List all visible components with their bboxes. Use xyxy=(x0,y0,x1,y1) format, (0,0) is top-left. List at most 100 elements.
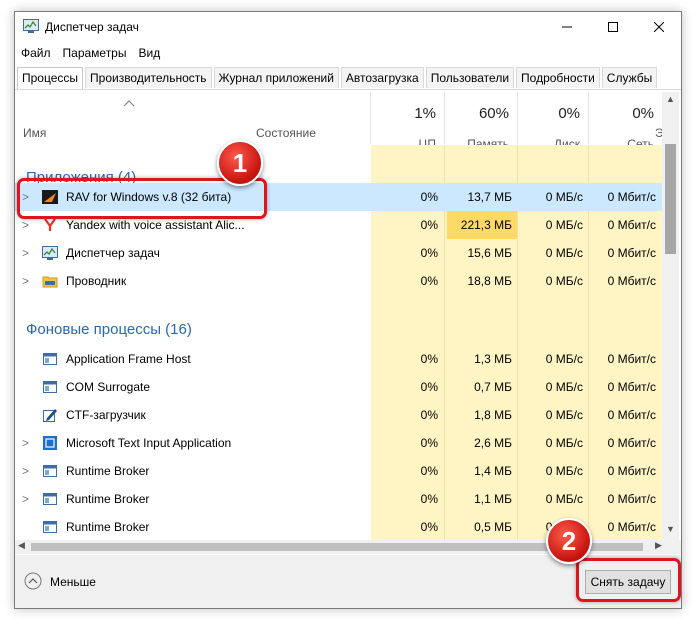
cpu-value: 0% xyxy=(420,380,438,394)
tab-divider xyxy=(15,89,681,90)
tab-users[interactable]: Пользователи xyxy=(425,67,515,88)
process-name: Yandex with voice assistant Alic... xyxy=(66,218,245,232)
expand-chevron-icon[interactable]: > xyxy=(22,246,29,260)
cpu-value: 0% xyxy=(420,436,438,450)
column-header-name[interactable]: Имя xyxy=(23,126,46,140)
window-title: Диспетчер задач xyxy=(45,20,139,34)
network-value: 0 Мбит/с xyxy=(607,408,656,422)
process-name: Runtime Broker xyxy=(66,464,150,478)
memory-value: 0,5 МБ xyxy=(474,520,512,534)
text-input-app-icon xyxy=(43,436,57,450)
disk-value: 0 МБ/с xyxy=(545,190,583,204)
menu-view[interactable]: Вид xyxy=(132,44,166,64)
expand-chevron-icon[interactable]: > xyxy=(22,274,29,288)
menu-bar: Файл Параметры Вид xyxy=(15,44,166,64)
process-name: Application Frame Host xyxy=(66,352,191,366)
expand-chevron-icon[interactable]: > xyxy=(22,218,29,232)
network-value: 0 Мбит/с xyxy=(607,380,656,394)
group-label-background: Фоновые процессы (16) xyxy=(26,321,192,338)
task-manager-window: Диспетчер задач Файл Параметры Вид Проце… xyxy=(14,11,682,609)
column-header-memory[interactable]: 60% Память xyxy=(445,92,518,151)
close-icon xyxy=(654,22,664,32)
table-row[interactable]: > Microsoft Text Input Application 0% 2,… xyxy=(15,429,664,457)
process-name: Диспетчер задач xyxy=(66,246,160,260)
disk-value: 0 МБ/с xyxy=(545,464,583,478)
cpu-value: 0% xyxy=(420,274,438,288)
maximize-button[interactable] xyxy=(590,12,636,42)
minimize-button[interactable] xyxy=(544,12,590,42)
expand-chevron-icon[interactable]: > xyxy=(22,464,29,478)
table-row[interactable]: > Диспетчер задач 0% 15,6 МБ 0 МБ/с 0 Мб… xyxy=(15,239,664,267)
tab-strip: Процессы Производительность Журнал прило… xyxy=(17,67,677,90)
network-value: 0 Мбит/с xyxy=(607,464,656,478)
tab-details[interactable]: Подробности xyxy=(516,67,600,88)
memory-value: 18,8 МБ xyxy=(467,274,512,288)
cpu-value: 0% xyxy=(420,246,438,260)
tab-services[interactable]: Службы xyxy=(601,67,658,88)
table-row[interactable]: > Runtime Broker 0% 1,4 МБ 0 МБ/с 0 Мбит… xyxy=(15,457,664,485)
column-header-state[interactable]: Состояние xyxy=(256,126,316,140)
step-badge-1: 1 xyxy=(217,140,263,186)
group-header-background: Фоновые процессы (16) xyxy=(15,315,664,343)
cpu-value: 0% xyxy=(420,464,438,478)
tab-app-history[interactable]: Журнал приложений xyxy=(213,67,339,88)
disk-value: 0 МБ/с xyxy=(545,492,583,506)
scroll-up-icon[interactable]: ▲ xyxy=(666,94,675,104)
vertical-scrollbar[interactable]: ▲ ▼ xyxy=(662,92,679,540)
cpu-value: 0% xyxy=(420,352,438,366)
disk-value: 0 МБ/с xyxy=(545,246,583,260)
chevron-up-circle-icon[interactable] xyxy=(24,572,42,590)
step-badge-2: 2 xyxy=(546,518,592,564)
network-value: 0 Мбит/с xyxy=(607,492,656,506)
highlight-box-row xyxy=(17,178,267,219)
column-header-disk[interactable]: 0% Диск xyxy=(518,92,589,151)
memory-total-percent: 60% xyxy=(478,105,509,122)
table-row[interactable]: COM Surrogate 0% 0,7 МБ 0 МБ/с 0 Мбит/с xyxy=(15,373,664,401)
app-window-icon xyxy=(43,493,57,505)
close-button[interactable] xyxy=(636,12,681,42)
menu-options[interactable]: Параметры xyxy=(57,44,133,64)
app-window-icon xyxy=(43,381,57,393)
process-name: COM Surrogate xyxy=(66,380,151,394)
minimize-icon xyxy=(562,26,572,28)
vertical-scroll-thumb[interactable] xyxy=(665,144,676,254)
expand-chevron-icon[interactable]: > xyxy=(22,436,29,450)
table-row[interactable]: Application Frame Host 0% 1,3 МБ 0 МБ/с … xyxy=(15,345,664,373)
scroll-down-icon[interactable]: ▼ xyxy=(666,524,675,534)
column-header-network[interactable]: 0% Сеть xyxy=(589,92,662,151)
disk-value: 0 МБ/с xyxy=(545,352,583,366)
pen-edit-icon xyxy=(43,409,57,422)
app-window-icon xyxy=(43,521,57,533)
process-name: Runtime Broker xyxy=(66,520,150,534)
memory-value: 15,6 МБ xyxy=(467,246,512,260)
tab-processes[interactable]: Процессы xyxy=(17,67,84,90)
column-header-cpu[interactable]: 1% ЦП xyxy=(371,92,445,151)
sort-ascending-icon[interactable] xyxy=(123,98,135,108)
tab-startup[interactable]: Автозагрузка xyxy=(340,67,424,88)
disk-value: 0 МБ/с xyxy=(545,408,583,422)
fewer-details-link[interactable]: Меньше xyxy=(50,575,96,589)
tab-performance[interactable]: Производительность xyxy=(85,67,212,88)
disk-value: 0 МБ/с xyxy=(545,274,583,288)
menu-file[interactable]: Файл xyxy=(15,44,57,64)
cpu-value: 0% xyxy=(420,408,438,422)
memory-value: 0,7 МБ xyxy=(474,380,512,394)
disk-total-percent: 0% xyxy=(558,105,580,122)
memory-value: 2,6 МБ xyxy=(474,436,512,450)
title-bar: Диспетчер задач xyxy=(15,12,681,42)
disk-value: 0 МБ/с xyxy=(545,436,583,450)
table-row[interactable]: CTF-загрузчик 0% 1,8 МБ 0 МБ/с 0 Мбит/с xyxy=(15,401,664,429)
network-value: 0 Мбит/с xyxy=(607,274,656,288)
memory-value: 13,7 МБ xyxy=(467,190,512,204)
process-name: Проводник xyxy=(66,274,127,288)
scroll-left-icon[interactable]: ◀ xyxy=(18,540,25,551)
network-value: 0 Мбит/с xyxy=(607,436,656,450)
scroll-right-icon[interactable]: ▶ xyxy=(655,540,662,551)
table-row[interactable]: > Runtime Broker 0% 1,1 МБ 0 МБ/с 0 Мбит… xyxy=(15,485,664,513)
process-name: Microsoft Text Input Application xyxy=(66,436,232,450)
process-name: Runtime Broker xyxy=(66,492,150,506)
table-row[interactable]: > Проводник 0% 18,8 МБ 0 МБ/с 0 Мбит/с xyxy=(15,267,664,295)
network-value: 0 Мбит/с xyxy=(607,520,656,534)
cpu-value: 0% xyxy=(420,492,438,506)
expand-chevron-icon[interactable]: > xyxy=(22,492,29,506)
